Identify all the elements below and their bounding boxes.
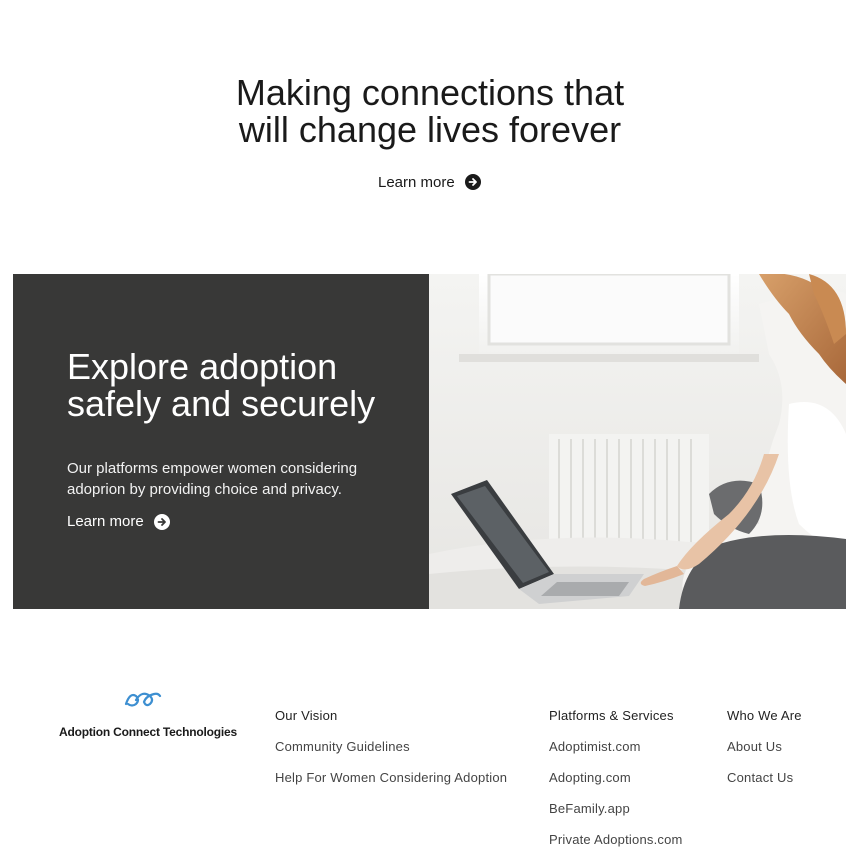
footer-link-community-guidelines[interactable]: Community Guidelines (275, 738, 507, 756)
feature-description: Our platforms empower women considering … (67, 460, 358, 498)
footer-column-platforms: Platforms & Services Adoptimist.com Adop… (549, 694, 683, 849)
hero-title-line-2: will change lives forever (238, 109, 622, 150)
arrow-right-circle-icon (464, 174, 481, 190)
footer-column-vision: Our Vision Community Guidelines Help For… (275, 694, 507, 787)
hero-title-line-1: Making connections that (235, 72, 625, 113)
footer-logo-text: Adoption Connect Technologies (59, 725, 237, 739)
footer-link-platforms-services[interactable]: Platforms & Services (549, 707, 683, 725)
feature-title-line-1: Explore adoption (67, 346, 338, 387)
hero-title: Making connections that will change live… (0, 74, 860, 148)
footer-link-about-us[interactable]: About Us (727, 738, 802, 756)
logo-mark-icon (124, 692, 162, 707)
feature-text-panel: Explore adoption safely and securely Our… (13, 274, 429, 609)
footer-link-adopting[interactable]: Adopting.com (549, 769, 683, 787)
woman-with-laptop-photo (429, 274, 846, 609)
footer-column-who-we-are: Who We Are About Us Contact Us (727, 694, 802, 787)
arrow-right-circle-icon (153, 513, 170, 530)
footer-link-help-women-considering-adoption[interactable]: Help For Women Considering Adoption (275, 769, 507, 787)
footer-link-who-we-are[interactable]: Who We Are (727, 707, 802, 725)
footer-link-our-vision[interactable]: Our Vision (275, 707, 507, 725)
feature-learn-more-link[interactable]: Learn more (67, 513, 170, 530)
footer-link-adoptimist[interactable]: Adoptimist.com (549, 738, 683, 756)
feature-section: Explore adoption safely and securely Our… (13, 274, 846, 609)
hero-learn-more-label: Learn more (378, 173, 455, 191)
footer-link-private-adoptions[interactable]: Private Adoptions.com (549, 831, 683, 849)
footer-link-contact-us[interactable]: Contact Us (727, 769, 802, 787)
feature-title: Explore adoption safely and securely (67, 348, 375, 422)
footer-link-befamily[interactable]: BeFamily.app (549, 800, 683, 818)
feature-title-line-2: safely and securely (67, 383, 376, 424)
feature-learn-more-label: Learn more (67, 513, 144, 530)
hero-learn-more-link[interactable]: Learn more (378, 172, 481, 192)
